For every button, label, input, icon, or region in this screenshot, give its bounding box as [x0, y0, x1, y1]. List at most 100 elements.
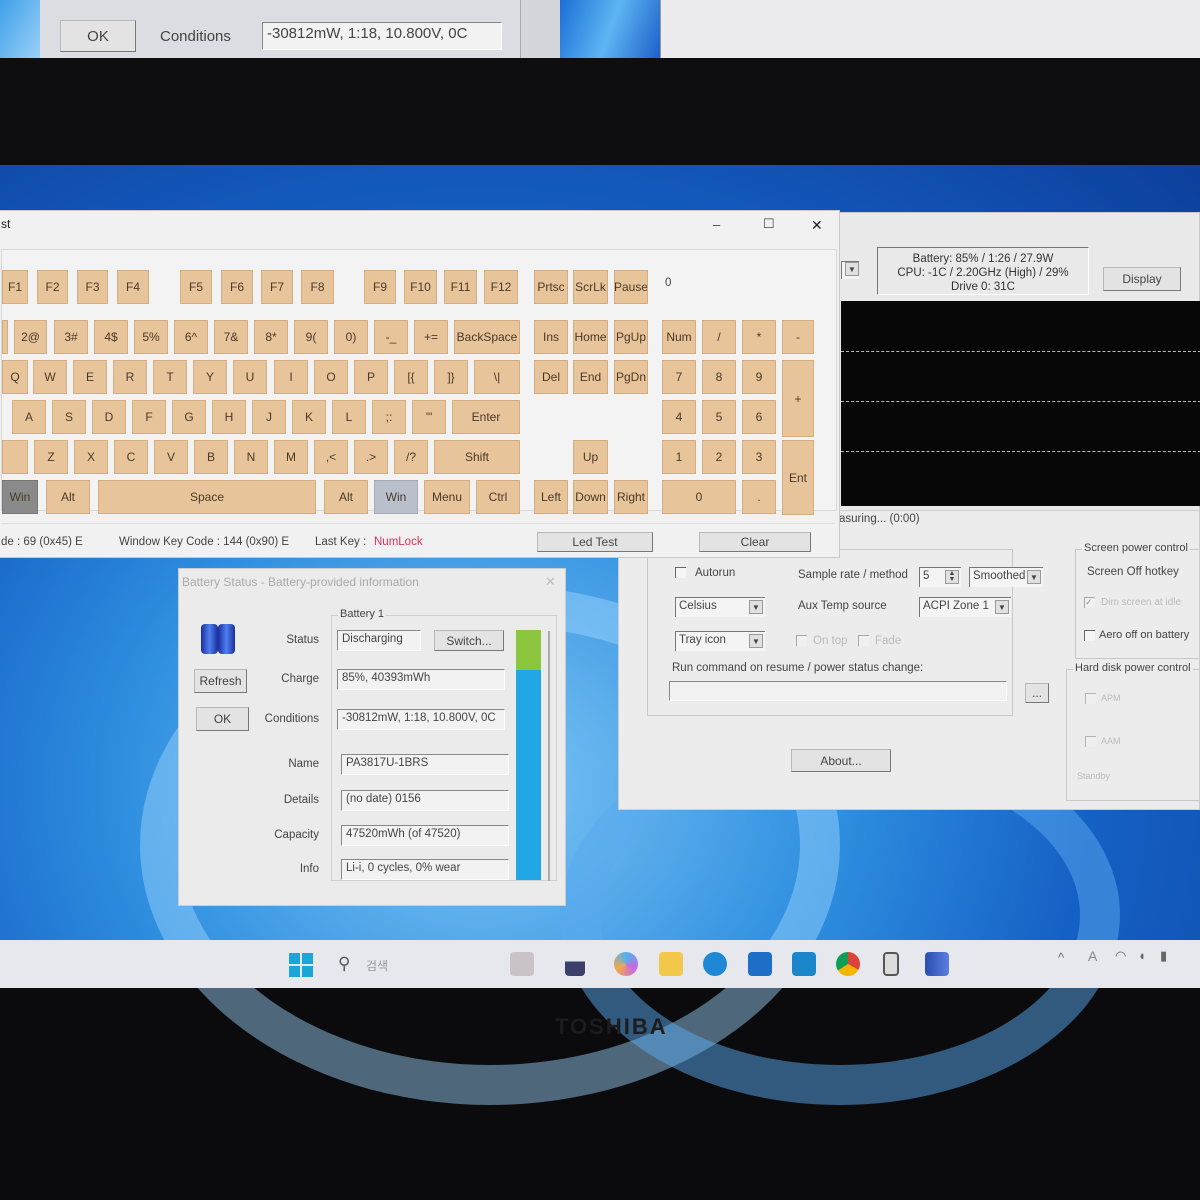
key-alt[interactable]: Alt — [324, 480, 368, 514]
key-a[interactable]: A — [12, 400, 46, 434]
key-symbol[interactable]: += — [414, 320, 448, 354]
key-symbol[interactable]: '" — [412, 400, 446, 434]
ok-button[interactable]: OK — [60, 20, 136, 52]
method-dropdown[interactable]: Smoothed ▼ — [969, 567, 1043, 587]
key-h[interactable]: H — [212, 400, 246, 434]
key-ctrl[interactable]: Ctrl — [476, 480, 520, 514]
key-left[interactable]: Left — [534, 480, 568, 514]
browse-button[interactable]: ... — [1025, 683, 1049, 703]
charge-slider[interactable] — [548, 631, 550, 881]
key-8[interactable]: 8 — [702, 360, 736, 394]
key-f10[interactable]: F10 — [404, 270, 437, 304]
key-8[interactable]: 8* — [254, 320, 288, 354]
key-scrlk[interactable]: ScrLk — [573, 270, 608, 304]
maximize-button[interactable]: ☐ — [763, 216, 775, 232]
widgets-icon[interactable] — [510, 952, 534, 976]
display-button[interactable]: Display — [1103, 267, 1181, 291]
start-icon[interactable] — [289, 953, 313, 977]
key-symbol[interactable]: [{ — [394, 360, 428, 394]
key-symbol[interactable]: / — [702, 320, 736, 354]
key-r[interactable]: R — [113, 360, 147, 394]
edge-icon[interactable] — [703, 952, 727, 976]
key-symbol[interactable]: + — [782, 360, 814, 437]
files-icon[interactable] — [565, 952, 585, 976]
key-l[interactable]: L — [332, 400, 366, 434]
key-2[interactable]: 2@ — [14, 320, 47, 354]
key-b[interactable]: B — [194, 440, 228, 474]
about-button[interactable]: About... — [791, 749, 891, 772]
key-partial[interactable] — [2, 320, 8, 354]
sample-rate-spinner[interactable]: 5 ▲ ▼ — [919, 567, 961, 587]
clear-button[interactable]: Clear — [699, 532, 811, 552]
key-end[interactable]: End — [573, 360, 608, 394]
key-1[interactable]: 1 — [662, 440, 696, 474]
key-t[interactable]: T — [153, 360, 187, 394]
key-f1[interactable]: F1 — [2, 270, 28, 304]
key-7[interactable]: 7 — [662, 360, 696, 394]
key-e[interactable]: E — [73, 360, 107, 394]
notepad-icon[interactable] — [883, 952, 899, 976]
key-space[interactable]: Space — [98, 480, 316, 514]
key-num[interactable]: Num — [662, 320, 696, 354]
key-del[interactable]: Del — [534, 360, 568, 394]
aero-off-checkbox[interactable] — [1084, 630, 1095, 641]
key-w[interactable]: W — [33, 360, 67, 394]
led-test-button[interactable]: Led Test — [537, 532, 653, 552]
key-u[interactable]: U — [233, 360, 267, 394]
key-5[interactable]: 5 — [702, 400, 736, 434]
key-f8[interactable]: F8 — [301, 270, 334, 304]
key-f6[interactable]: F6 — [221, 270, 253, 304]
aux-temp-dropdown[interactable]: ACPI Zone 1 ▼ — [919, 597, 1011, 617]
key-symbol[interactable]: - — [782, 320, 814, 354]
key-v[interactable]: V — [154, 440, 188, 474]
key-x[interactable]: X — [74, 440, 108, 474]
key-menu[interactable]: Menu — [424, 480, 470, 514]
spinner-arrows-icon[interactable]: ▲ ▼ — [945, 570, 959, 584]
battery-tray-icon[interactable]: ▮ — [1160, 948, 1167, 964]
key-up[interactable]: Up — [573, 440, 608, 474]
wifi-icon[interactable]: ◠ — [1115, 948, 1126, 964]
search-icon[interactable]: ⚲ — [338, 954, 350, 974]
key-ent[interactable]: Ent — [782, 440, 814, 515]
key-win[interactable]: Win — [374, 480, 418, 514]
key-win[interactable]: Win — [2, 480, 38, 514]
monitor-dropdown[interactable]: ▼ — [841, 261, 859, 279]
key-3[interactable]: 3 — [742, 440, 776, 474]
key-symbol[interactable]: . — [742, 480, 776, 514]
fade-checkbox[interactable] — [858, 635, 869, 646]
key-7[interactable]: 7& — [214, 320, 248, 354]
key-y[interactable]: Y — [193, 360, 227, 394]
key-symbol[interactable]: \| — [474, 360, 520, 394]
key-3[interactable]: 3# — [54, 320, 88, 354]
key-0[interactable]: 0 — [662, 480, 736, 514]
key-prtsc[interactable]: Prtsc — [534, 270, 568, 304]
key-f2[interactable]: F2 — [37, 270, 68, 304]
key-symbol[interactable]: ,< — [314, 440, 348, 474]
key-home[interactable]: Home — [573, 320, 608, 354]
key-symbol[interactable]: * — [742, 320, 776, 354]
display-mode-dropdown[interactable]: Tray icon ▼ — [675, 631, 765, 651]
key-p[interactable]: P — [354, 360, 388, 394]
switch-button[interactable]: Switch... — [434, 630, 504, 651]
key-9[interactable]: 9( — [294, 320, 328, 354]
key-c[interactable]: C — [114, 440, 148, 474]
key-enter[interactable]: Enter — [452, 400, 520, 434]
battery-tool-icon[interactable] — [925, 952, 949, 976]
key-5[interactable]: 5% — [134, 320, 168, 354]
key-g[interactable]: G — [172, 400, 206, 434]
on-top-checkbox[interactable] — [796, 635, 807, 646]
key-m[interactable]: M — [274, 440, 308, 474]
key-symbol[interactable]: .> — [354, 440, 388, 474]
key-6[interactable]: 6 — [742, 400, 776, 434]
key-f9[interactable]: F9 — [364, 270, 396, 304]
key-2[interactable]: 2 — [702, 440, 736, 474]
autorun-checkbox[interactable] — [675, 567, 686, 578]
key-4[interactable]: 4$ — [94, 320, 128, 354]
outlook-icon[interactable] — [792, 952, 816, 976]
key-s[interactable]: S — [52, 400, 86, 434]
key-9[interactable]: 9 — [742, 360, 776, 394]
key-f5[interactable]: F5 — [180, 270, 212, 304]
key-pgup[interactable]: PgUp — [614, 320, 648, 354]
key-f12[interactable]: F12 — [484, 270, 518, 304]
key-f[interactable]: F — [132, 400, 166, 434]
